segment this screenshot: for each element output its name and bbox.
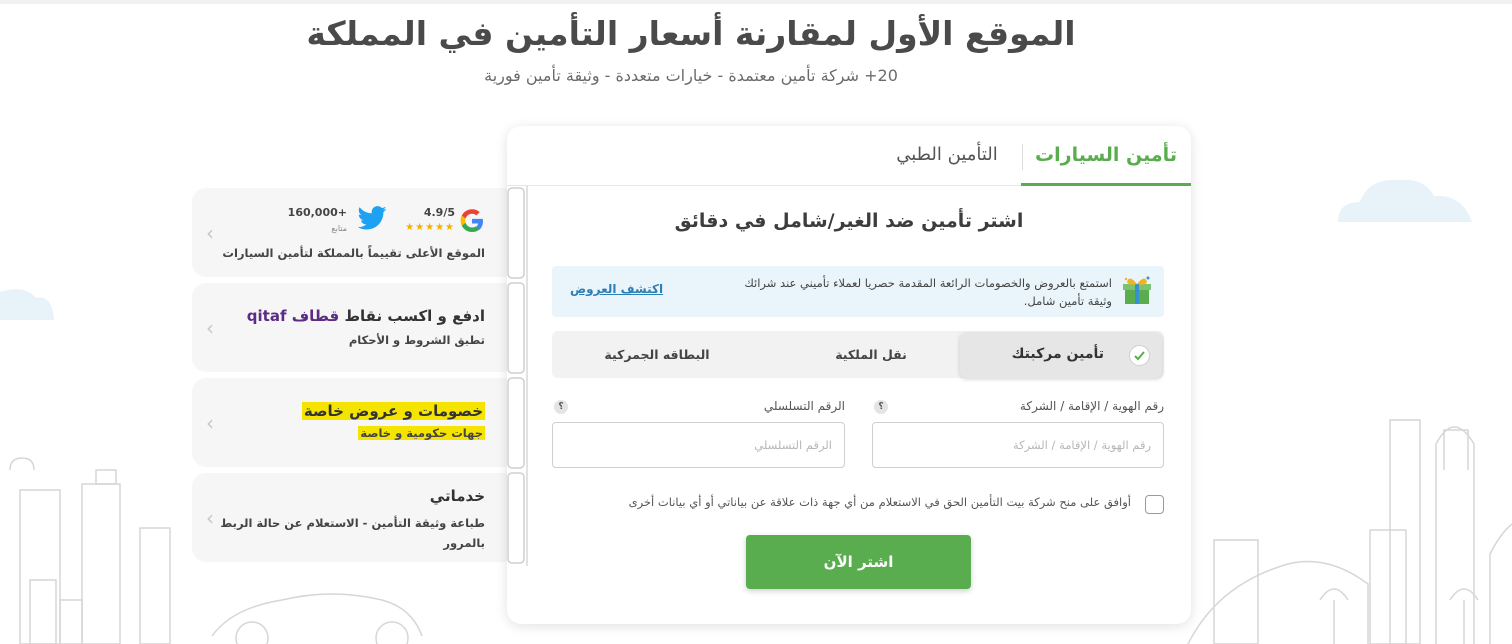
page-title: الموقع الأول لمقارنة أسعار التأمين في ال… — [306, 14, 1076, 53]
service-type-selector: تأمين مركبتك نقل الملكية البطاقه الجمركي… — [552, 331, 1164, 378]
twitter-icon — [357, 206, 387, 230]
insurance-form-card: تأمين السيارات التأمين الطبي اشتر تأمين … — [507, 126, 1191, 624]
check-icon — [1129, 345, 1150, 366]
qitaf-title-text: ادفع و اكسب نقاط — [344, 307, 485, 325]
id-field-label: رقم الهوية / الإقامة / الشركة — [1019, 399, 1164, 413]
services-sub: طباعة وثيقة التأمين - الاستعلام عن حالة … — [220, 516, 485, 550]
id-number-input[interactable] — [872, 422, 1164, 468]
tab-car-insurance[interactable]: تأمين السيارات — [1021, 126, 1191, 186]
discounts-card[interactable]: ‹ خصومات و عروض خاصة جهات حكومية و خاصة — [192, 378, 517, 467]
insurance-tabs: تأمين السيارات التأمين الطبي — [507, 126, 1191, 186]
binder-spine — [507, 186, 528, 566]
qitaf-sub: تطبق الشروط و الأحكام — [348, 333, 485, 347]
segment-vehicle-insurance[interactable]: تأمين مركبتك — [960, 333, 1162, 378]
serial-field-label: الرقم التسلسلي — [763, 399, 845, 413]
buy-now-button[interactable]: اشتر الآن — [746, 535, 971, 589]
qitaf-title: ادفع و اكسب نقاط قطاف qitaf — [247, 307, 485, 325]
gift-icon — [1123, 276, 1151, 304]
services-title: خدماتي — [429, 487, 485, 505]
chevron-left-icon: ‹ — [206, 316, 214, 340]
page-subtitle: 20+ شركة تأمين معتمدة - خيارات متعددة - … — [484, 66, 898, 85]
discounts-title-text: خصومات و عروض خاصة — [301, 402, 485, 420]
qitaf-logo: قطاف qitaf — [246, 307, 340, 325]
twitter-followers: 160,000+ — [287, 206, 347, 219]
help-icon[interactable]: ؟ — [874, 400, 888, 414]
followers-label: متابع — [331, 224, 347, 233]
promo-text: استمتع بالعروض والخصومات الرائعة المقدمة… — [744, 276, 1112, 308]
discounts-sub: جهات حكومية و خاصة — [358, 426, 485, 440]
help-icon[interactable]: ؟ — [554, 400, 568, 414]
qitaf-card[interactable]: ‹ ادفع و اكسب نقاط قطاف qitaf تطبق الشرو… — [192, 283, 517, 372]
rating-card[interactable]: ‹ 4.9/5 ★★★★★ 160,000+ متابع الموقع الأع… — [192, 188, 517, 277]
tab-medical-insurance[interactable]: التأمين الطبي — [877, 126, 1017, 186]
rating-stars: ★★★★★ — [405, 222, 455, 233]
discover-offers-link[interactable]: اكتشف العروض — [570, 282, 663, 296]
discounts-sub-text: جهات حكومية و خاصة — [358, 426, 485, 440]
top-border — [0, 0, 1512, 4]
rating-text: الموقع الأعلى تقييماً بالمملكة لتأمين ال… — [222, 246, 485, 260]
segment-label: تأمين مركبتك — [1011, 346, 1104, 362]
agree-text: أوافق على منح شركة بيت التأمين الحق في ا… — [628, 495, 1131, 509]
promo-banner: استمتع بالعروض والخصومات الرائعة المقدمة… — [552, 266, 1164, 317]
chevron-left-icon: ‹ — [206, 221, 214, 245]
services-card[interactable]: ‹ خدماتي طباعة وثيقة التأمين - الاستعلام… — [192, 473, 517, 562]
segment-ownership-transfer[interactable]: نقل الملكية — [776, 331, 966, 378]
agree-checkbox[interactable] — [1145, 495, 1164, 514]
serial-number-input[interactable] — [552, 422, 845, 468]
google-icon — [460, 209, 483, 232]
tab-divider — [1022, 144, 1023, 170]
form-title: اشتر تأمين ضد الغير/شامل في دقائق — [674, 210, 1024, 232]
chevron-left-icon: ‹ — [206, 411, 214, 435]
segment-customs-card[interactable]: البطاقه الجمركية — [562, 331, 752, 378]
google-score: 4.9/5 — [423, 206, 455, 219]
discounts-title: خصومات و عروض خاصة — [301, 402, 485, 420]
